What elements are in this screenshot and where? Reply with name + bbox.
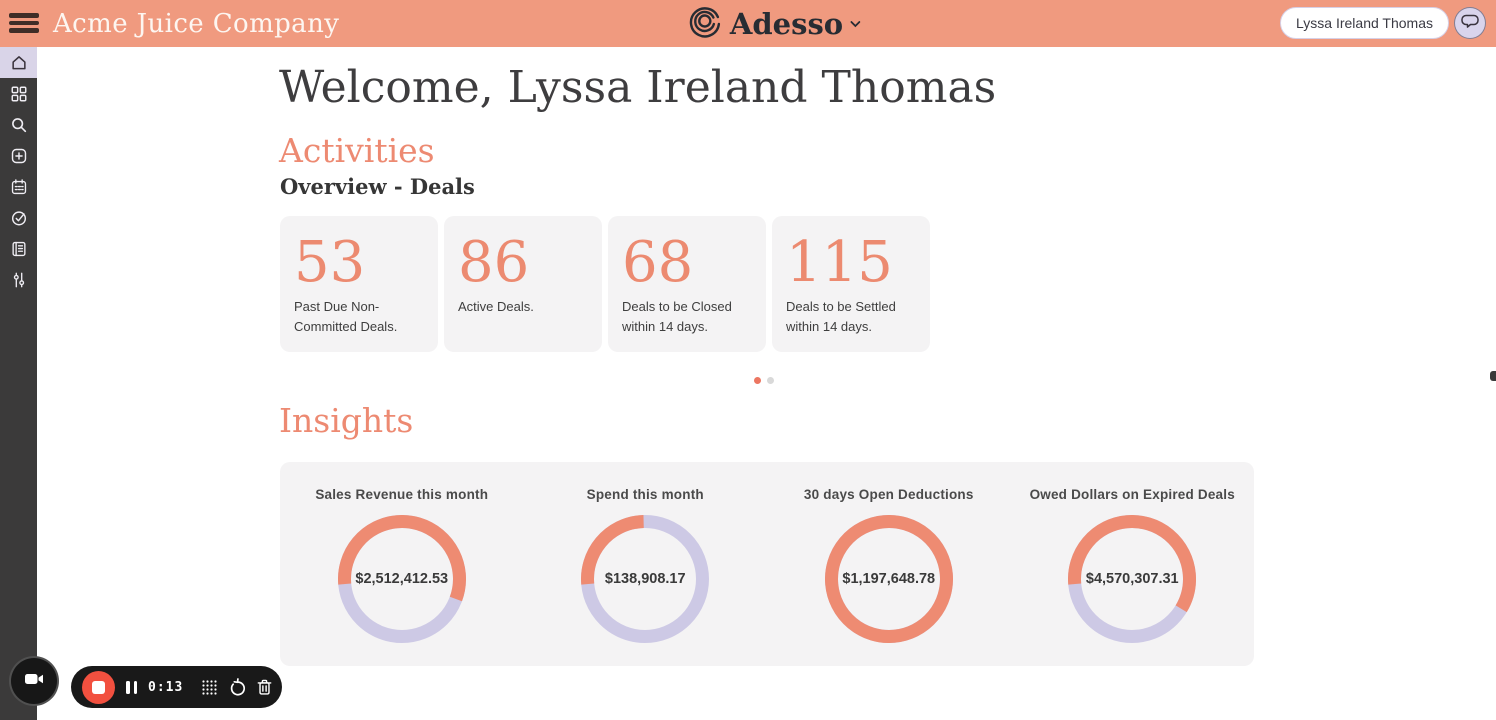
camera-bubble-button[interactable] <box>9 656 59 706</box>
adesso-logo-text: Adesso <box>729 6 844 41</box>
stat-value: 53 <box>294 230 366 295</box>
sidebar-item-tasks[interactable] <box>0 202 37 233</box>
search-icon <box>10 116 28 134</box>
video-camera-icon <box>23 669 45 694</box>
donut-chart: $2,512,412.53 <box>337 515 466 643</box>
sliders-icon <box>10 271 28 289</box>
home-icon <box>10 54 28 72</box>
sidebar-item-home[interactable] <box>0 47 37 78</box>
stat-card-active-deals[interactable]: 86 Active Deals. <box>444 216 602 352</box>
recording-timer: 0:13 <box>148 679 184 695</box>
pause-button[interactable] <box>124 680 139 694</box>
chart-title: Owed Dollars on Expired Deals <box>1029 487 1235 502</box>
insight-owed-expired: Owed Dollars on Expired Deals $4,570,307… <box>1011 462 1255 666</box>
chat-bubble-icon <box>1460 12 1480 35</box>
stat-cards: 53 Past Due Non-Committed Deals. 86 Acti… <box>280 216 930 352</box>
stat-card-past-due[interactable]: 53 Past Due Non-Committed Deals. <box>280 216 438 352</box>
insight-open-deductions: 30 days Open Deductions $1,197,648.78 <box>767 462 1011 666</box>
stat-label: Deals to be Settled within 14 days. <box>786 299 896 335</box>
edge-handle[interactable] <box>1490 371 1496 381</box>
adesso-spiral-icon <box>687 3 723 44</box>
stat-value: 115 <box>786 230 893 295</box>
user-menu-button[interactable]: Lyssa Ireland Thomas <box>1280 7 1449 39</box>
chevron-down-icon <box>850 15 861 33</box>
chart-value: $1,197,648.78 <box>842 571 936 587</box>
hamburger-menu-icon[interactable] <box>9 8 39 38</box>
donut-chart: $138,908.17 <box>581 515 710 643</box>
sidebar <box>0 47 37 720</box>
apps-grid-icon <box>10 85 28 103</box>
notebook-icon <box>10 240 28 258</box>
add-square-icon <box>10 147 28 165</box>
activities-heading: Activities <box>279 131 435 170</box>
donut-chart: $4,570,307.31 <box>1068 515 1197 643</box>
sidebar-item-search[interactable] <box>0 109 37 140</box>
chart-value: $2,512,412.53 <box>355 571 449 587</box>
adesso-logo[interactable]: Adesso <box>687 0 861 47</box>
sidebar-item-apps[interactable] <box>0 78 37 109</box>
pagination-dot-2[interactable] <box>767 377 774 384</box>
chart-value: $4,570,307.31 <box>1085 571 1179 587</box>
sidebar-item-calendar[interactable] <box>0 171 37 202</box>
carousel-pagination <box>754 377 774 384</box>
stat-card-deals-closing[interactable]: 68 Deals to be Closed within 14 days. <box>608 216 766 352</box>
app-title: Acme Juice Company <box>53 9 340 39</box>
stat-label: Deals to be Closed within 14 days. <box>622 299 732 335</box>
pagination-dot-1[interactable] <box>754 377 761 384</box>
donut-chart: $1,197,648.78 <box>824 515 953 643</box>
sidebar-item-filters[interactable] <box>0 264 37 295</box>
chart-value: $138,908.17 <box>604 571 686 587</box>
insight-spend: Spend this month $138,908.17 <box>524 462 768 666</box>
delete-recording-button[interactable] <box>255 678 274 697</box>
check-circle-icon <box>10 209 28 227</box>
sidebar-item-notebook[interactable] <box>0 233 37 264</box>
calendar-icon <box>10 178 28 196</box>
stop-recording-button[interactable] <box>82 670 115 704</box>
header: Acme Juice Company Adesso Lyssa Ireland … <box>0 0 1496 47</box>
page: Acme Juice Company Adesso Lyssa Ireland … <box>0 0 1496 720</box>
insights-heading: Insights <box>279 401 414 440</box>
insights-panel: Sales Revenue this month $2,512,412.53 S… <box>280 462 1254 666</box>
restart-recording-button[interactable] <box>227 677 246 697</box>
drag-dots-button[interactable] <box>201 679 218 696</box>
sidebar-item-add[interactable] <box>0 140 37 171</box>
chart-title: 30 days Open Deductions <box>803 487 974 502</box>
stat-label: Past Due Non-Committed Deals. <box>294 299 398 335</box>
recording-toolbar: 0:13 <box>71 666 282 708</box>
overview-deals-subheading: Overview - Deals <box>280 174 475 199</box>
user-name: Lyssa Ireland Thomas <box>1296 15 1433 31</box>
stat-value: 68 <box>622 230 694 295</box>
stat-value: 86 <box>458 230 530 295</box>
insight-sales-revenue: Sales Revenue this month $2,512,412.53 <box>280 462 524 666</box>
stat-label: Active Deals. <box>458 299 534 315</box>
stat-card-deals-settling[interactable]: 115 Deals to be Settled within 14 days. <box>772 216 930 352</box>
chat-button[interactable] <box>1454 7 1486 39</box>
welcome-heading: Welcome, Lyssa Ireland Thomas <box>279 62 997 113</box>
chart-title: Sales Revenue this month <box>315 487 489 502</box>
chart-title: Spend this month <box>586 487 704 502</box>
